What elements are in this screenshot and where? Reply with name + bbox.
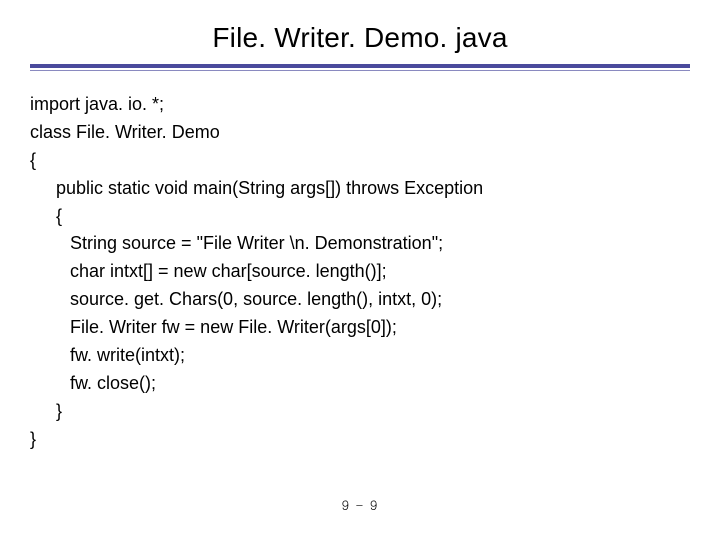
code-line: char intxt[] = new char[source. length()… bbox=[30, 258, 690, 286]
code-line: String source = "File Writer \n. Demonst… bbox=[30, 230, 690, 258]
slide-number: 9 - 9 bbox=[0, 495, 720, 514]
slide: File. Writer. Demo. java import java. io… bbox=[0, 0, 720, 540]
title-underline bbox=[30, 64, 690, 71]
code-body: import java. io. *; class File. Writer. … bbox=[0, 71, 720, 454]
slide-title: File. Writer. Demo. java bbox=[0, 22, 720, 54]
code-line: File. Writer fw = new File. Writer(args[… bbox=[30, 314, 690, 342]
rule-thick bbox=[30, 64, 690, 68]
code-line: { bbox=[30, 203, 690, 231]
code-line: fw. write(intxt); bbox=[30, 342, 690, 370]
code-line: source. get. Chars(0, source. length(), … bbox=[30, 286, 690, 314]
code-line: fw. close(); bbox=[30, 370, 690, 398]
code-line: { bbox=[30, 147, 690, 175]
code-line: } bbox=[30, 426, 690, 454]
code-line: } bbox=[30, 398, 690, 426]
code-line: class File. Writer. Demo bbox=[30, 119, 690, 147]
title-block: File. Writer. Demo. java bbox=[0, 0, 720, 54]
code-line: import java. io. *; bbox=[30, 91, 690, 119]
code-line: public static void main(String args[]) t… bbox=[30, 175, 690, 203]
